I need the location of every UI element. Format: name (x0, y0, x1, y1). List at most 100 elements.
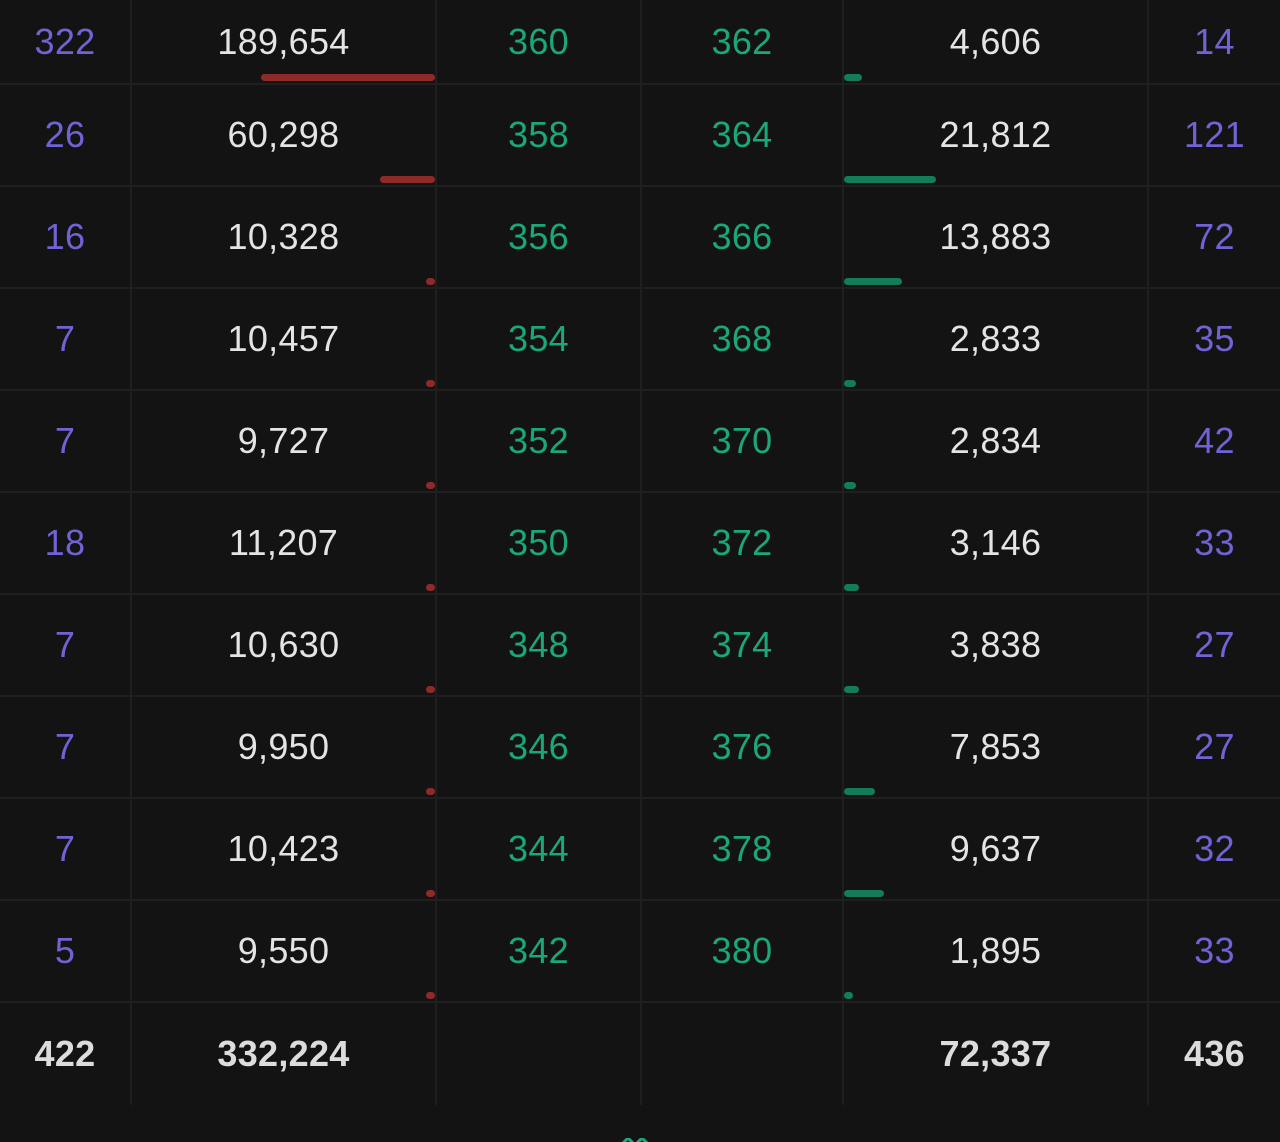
bid-depth-bar (426, 482, 435, 489)
total-ask-quantity: 72,337 (844, 1003, 1149, 1105)
total-bid-quantity: 332,224 (132, 1003, 437, 1105)
bid-quantity: 10,328 (132, 187, 437, 287)
bid-price: 356 (437, 187, 642, 287)
ask-depth-bar (844, 584, 859, 591)
ask-price: 378 (642, 799, 844, 899)
ask-order-count: 27 (1194, 726, 1235, 767)
ask-order-count: 32 (1194, 828, 1235, 869)
bid-quantity: 10,423 (132, 799, 437, 899)
ask-depth-bar (844, 686, 859, 693)
ask-order-count: 121 (1184, 114, 1245, 155)
bid-quantity: 60,298 (132, 85, 437, 185)
ask-depth-bar (844, 176, 936, 183)
bid-price: 342 (437, 901, 642, 1001)
ask-order-count: 27 (1194, 624, 1235, 665)
orderbook-row[interactable]: 322 189,654 360 362 4,606 14 (0, 0, 1280, 85)
bid-quantity: 11,207 (132, 493, 437, 593)
bid-quantity: 10,630 (132, 595, 437, 695)
ask-order-count: 14 (1194, 20, 1235, 62)
ask-order-count: 42 (1194, 420, 1235, 461)
bid-price: 350 (437, 493, 642, 593)
chevron-down-icon[interactable] (620, 1136, 660, 1142)
ask-depth-bar (844, 74, 862, 81)
orderbook-row[interactable]: 7 9,727 352 370 2,834 42 (0, 391, 1280, 493)
bid-order-count: 7 (0, 391, 132, 491)
ask-quantity: 3,146 (844, 493, 1149, 593)
bid-order-count: 7 (0, 289, 132, 389)
ask-price: 368 (642, 289, 844, 389)
bid-price: 346 (437, 697, 642, 797)
totals-row: 422 332,224 72,337 436 (0, 1003, 1280, 1105)
ask-quantity: 13,883 (844, 187, 1149, 287)
ask-depth-bar (844, 788, 875, 795)
bid-quantity: 10,457 (132, 289, 437, 389)
ask-order-count: 35 (1194, 318, 1235, 359)
bid-depth-bar (426, 788, 435, 795)
bid-depth-bar (380, 176, 435, 183)
total-bid-count: 422 (0, 1003, 132, 1105)
bid-order-count: 7 (0, 697, 132, 797)
ask-price: 380 (642, 901, 844, 1001)
ask-depth-bar (844, 890, 884, 897)
ask-quantity: 1,895 (844, 901, 1149, 1001)
bid-order-count: 7 (0, 799, 132, 899)
orderbook-row[interactable]: 7 10,630 348 374 3,838 27 (0, 595, 1280, 697)
bid-depth-bar (426, 278, 435, 285)
ask-order-count: 33 (1194, 930, 1235, 971)
ask-order-count: 72 (1194, 216, 1235, 257)
ask-depth-bar (844, 992, 853, 999)
ask-price: 372 (642, 493, 844, 593)
orderbook-row[interactable]: 7 9,950 346 376 7,853 27 (0, 697, 1280, 799)
total-ask-count: 436 (1184, 1033, 1245, 1074)
bid-order-count: 7 (0, 595, 132, 695)
total-empty-cell (437, 1003, 642, 1105)
ask-price: 366 (642, 187, 844, 287)
bid-quantity: 189,654 (132, 0, 437, 83)
bid-price: 354 (437, 289, 642, 389)
bid-price: 352 (437, 391, 642, 491)
bid-order-count: 16 (0, 187, 132, 287)
ask-price: 376 (642, 697, 844, 797)
orderbook-row[interactable]: 5 9,550 342 380 1,895 33 (0, 901, 1280, 1003)
bid-order-count: 26 (0, 85, 132, 185)
ask-price: 374 (642, 595, 844, 695)
bid-order-count: 322 (0, 0, 132, 83)
bid-depth-bar (426, 890, 435, 897)
ask-price: 364 (642, 85, 844, 185)
orderbook-table: 322 189,654 360 362 4,606 14 26 60,298 358 364 21,… (0, 0, 1280, 1105)
bid-quantity: 9,550 (132, 901, 437, 1001)
ask-quantity: 3,838 (844, 595, 1149, 695)
bid-depth-bar (426, 686, 435, 693)
ask-quantity: 21,812 (844, 85, 1149, 185)
bid-depth-bar (261, 74, 435, 81)
bid-depth-bar (426, 584, 435, 591)
ask-price: 370 (642, 391, 844, 491)
bid-order-count: 5 (0, 901, 132, 1001)
ask-depth-bar (844, 380, 856, 387)
bid-price: 360 (437, 0, 642, 83)
ask-quantity: 4,606 (844, 0, 1149, 83)
ask-quantity: 7,853 (844, 697, 1149, 797)
orderbook-row[interactable]: 16 10,328 356 366 13,883 72 (0, 187, 1280, 289)
bid-depth-bar (426, 992, 435, 999)
bid-price: 348 (437, 595, 642, 695)
total-empty-cell (642, 1003, 844, 1105)
bid-price: 344 (437, 799, 642, 899)
bid-order-count: 18 (0, 493, 132, 593)
orderbook-row[interactable]: 26 60,298 358 364 21,812 121 (0, 85, 1280, 187)
bid-quantity: 9,727 (132, 391, 437, 491)
ask-quantity: 2,834 (844, 391, 1149, 491)
orderbook-rows: 322 189,654 360 362 4,606 14 26 60,298 358 364 21,… (0, 0, 1280, 1003)
bid-depth-bar (426, 380, 435, 387)
bid-quantity: 9,950 (132, 697, 437, 797)
ask-depth-bar (844, 278, 902, 285)
orderbook-row[interactable]: 7 10,457 354 368 2,833 35 (0, 289, 1280, 391)
ask-quantity: 9,637 (844, 799, 1149, 899)
ask-depth-bar (844, 482, 856, 489)
orderbook-row[interactable]: 18 11,207 350 372 3,146 33 (0, 493, 1280, 595)
ask-price: 362 (642, 0, 844, 83)
orderbook-row[interactable]: 7 10,423 344 378 9,637 32 (0, 799, 1280, 901)
ask-order-count: 33 (1194, 522, 1235, 563)
ask-quantity: 2,833 (844, 289, 1149, 389)
bid-price: 358 (437, 85, 642, 185)
